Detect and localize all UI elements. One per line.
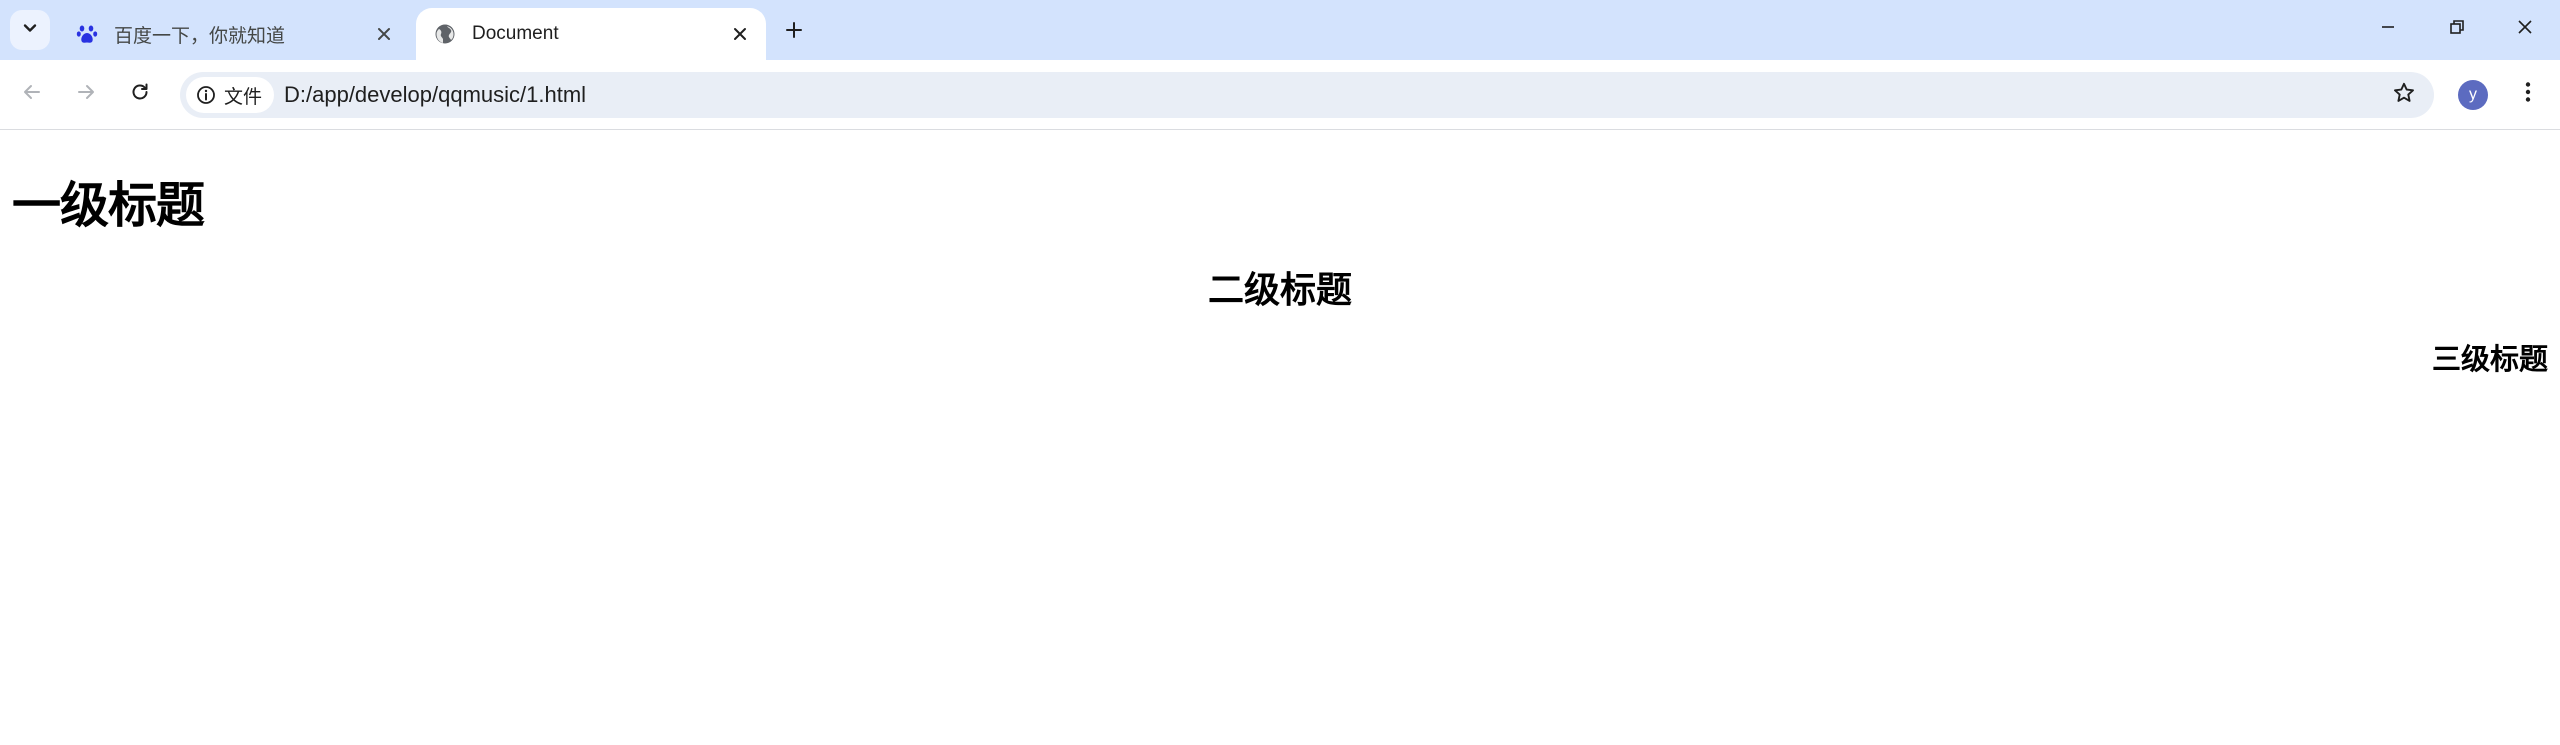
- tab-title: 百度一下，你就知道: [114, 25, 286, 47]
- close-window-button[interactable]: [2490, 0, 2560, 58]
- tab-baidu[interactable]: 百度一下，你就知道: [58, 8, 410, 60]
- tab-title: Document: [472, 23, 559, 44]
- tab-document[interactable]: Document: [416, 8, 766, 60]
- arrow-right-icon: [75, 81, 97, 108]
- more-vertical-icon: [2525, 81, 2531, 108]
- reload-button[interactable]: [120, 74, 160, 114]
- restore-icon: [2449, 19, 2465, 40]
- info-icon: [196, 85, 216, 105]
- bookmark-button[interactable]: [2386, 77, 2422, 113]
- tab-search-button[interactable]: [10, 10, 50, 50]
- close-icon: [2517, 19, 2533, 40]
- site-info-chip[interactable]: 文件: [186, 77, 275, 113]
- page-content: 一级标题 二级标题 三级标题: [0, 130, 2560, 745]
- site-info-label: 文件: [224, 86, 263, 108]
- back-button[interactable]: [12, 74, 52, 114]
- browser-menu-button[interactable]: [2510, 74, 2546, 114]
- close-icon[interactable]: [370, 20, 398, 48]
- close-icon[interactable]: [726, 20, 754, 48]
- browser-toolbar: 文件 D:/app/develop/qqmusic/1.html y: [0, 60, 2560, 130]
- baidu-paw-icon: [76, 23, 98, 45]
- profile-avatar[interactable]: y: [2458, 80, 2488, 110]
- heading-level-1: 一级标题: [12, 177, 205, 234]
- restore-button[interactable]: [2422, 0, 2492, 58]
- arrow-left-icon: [21, 81, 43, 108]
- minimize-button[interactable]: [2353, 0, 2423, 58]
- forward-button[interactable]: [66, 74, 106, 114]
- chevron-down-icon: [22, 20, 38, 41]
- plus-icon: [785, 21, 803, 44]
- tab-strip: 百度一下，你就知道 Document: [0, 0, 2560, 60]
- address-bar[interactable]: 文件 D:/app/develop/qqmusic/1.html: [180, 72, 2434, 118]
- url-text[interactable]: D:/app/develop/qqmusic/1.html: [284, 72, 586, 118]
- reload-icon: [129, 81, 151, 108]
- minimize-icon: [2380, 19, 2396, 40]
- star-icon: [2392, 81, 2416, 110]
- heading-level-3: 三级标题: [2431, 342, 2548, 376]
- globe-icon: [434, 23, 456, 45]
- new-tab-button[interactable]: [776, 14, 812, 50]
- heading-level-2: 二级标题: [1207, 270, 1352, 311]
